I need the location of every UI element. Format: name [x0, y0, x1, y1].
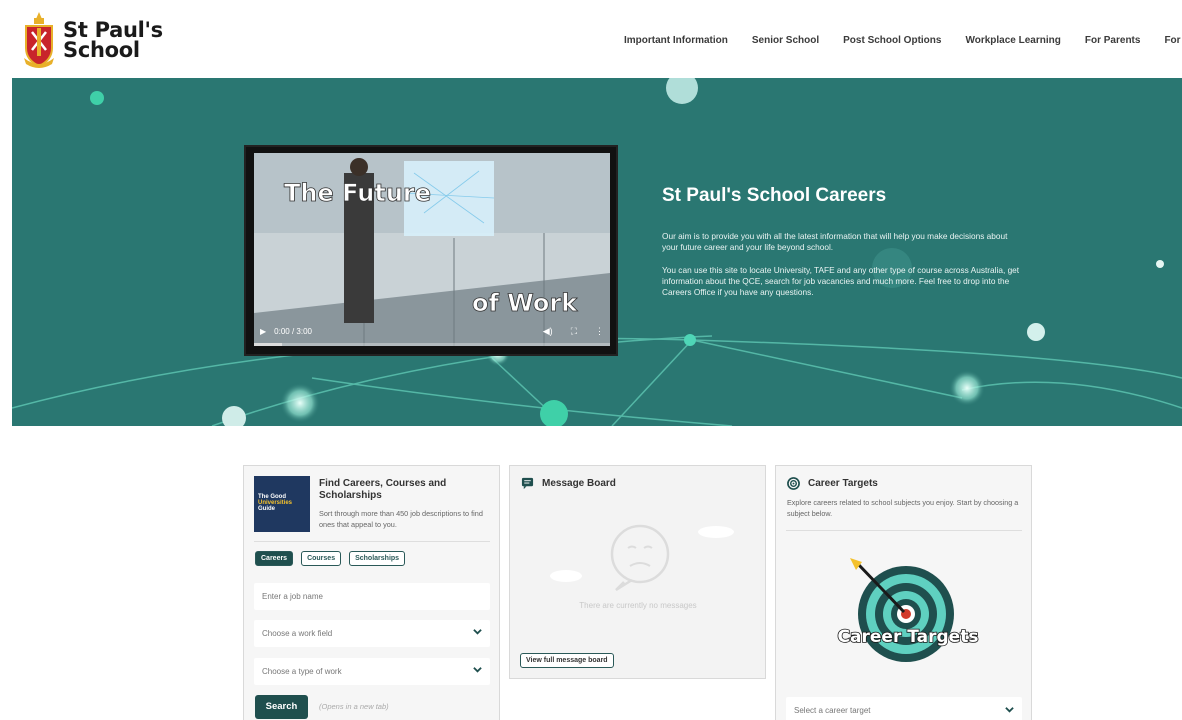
chevron-down-icon	[473, 629, 482, 635]
video-controls: ▶ 0:00 / 3:00 ◀) ⛶ ⋮	[254, 320, 610, 342]
nav-important-information[interactable]: Important Information	[624, 35, 728, 46]
find-careers-card: The Good Universities Guide Find Careers…	[243, 465, 500, 720]
nav-post-school-options[interactable]: Post School Options	[843, 35, 941, 46]
video-thumbnail: The Future of Work	[254, 153, 610, 346]
nav-workplace-learning[interactable]: Workplace Learning	[965, 35, 1060, 46]
volume-icon[interactable]: ◀)	[543, 326, 553, 337]
video-progress-bar[interactable]	[254, 343, 610, 346]
tab-courses[interactable]: Courses	[301, 551, 342, 566]
page-title: St Paul's School Careers	[662, 185, 887, 206]
school-crest-icon	[24, 12, 54, 68]
fullscreen-icon[interactable]: ⛶	[571, 326, 577, 337]
nav-senior-school[interactable]: Senior School	[752, 35, 819, 46]
nav-for-students[interactable]: For Students	[1164, 35, 1182, 46]
career-target-select[interactable]: Select a career target	[786, 697, 1022, 720]
sad-face-illustration	[550, 524, 734, 592]
good-universities-guide-logo: The Good Universities Guide	[254, 476, 310, 532]
main-nav: Important Information Senior School Post…	[624, 35, 1182, 46]
divider	[254, 541, 490, 542]
site-header: St Paul's School Important Information S…	[0, 0, 1182, 78]
chevron-down-icon	[473, 667, 482, 673]
message-board-title: Message Board	[542, 478, 616, 489]
find-careers-description: Sort through more than 450 job descripti…	[319, 509, 483, 529]
career-targets-graphic: Career Targets	[837, 558, 979, 662]
nav-for-parents[interactable]: For Parents	[1085, 35, 1141, 46]
work-type-select[interactable]: Choose a type of work	[254, 658, 490, 685]
tab-scholarships[interactable]: Scholarships	[349, 551, 406, 566]
video-player[interactable]: The Future of Work ▶ 0:00 / 3:00 ◀) ⛶ ⋮	[244, 145, 618, 356]
play-icon[interactable]: ▶	[260, 327, 266, 336]
empty-messages-text: There are currently no messages	[579, 601, 697, 610]
video-title-top: The Future	[284, 179, 431, 207]
hero-paragraph-2: You can use this site to locate Universi…	[662, 265, 1020, 297]
find-tabs: Careers Courses Scholarships	[255, 551, 406, 566]
more-options-icon[interactable]: ⋮	[595, 326, 604, 337]
message-icon	[521, 477, 534, 490]
video-time: 0:00 / 3:00	[274, 326, 312, 336]
hero-banner: The Future of Work ▶ 0:00 / 3:00 ◀) ⛶ ⋮ …	[12, 78, 1182, 426]
career-targets-title: Career Targets	[808, 478, 878, 489]
divider	[786, 530, 1022, 531]
brand-line-1: St Paul's	[63, 18, 163, 42]
chevron-down-icon	[1005, 707, 1014, 713]
view-full-message-board-button[interactable]: View full message board	[520, 653, 614, 668]
career-targets-graphic-label: Career Targets	[838, 627, 979, 647]
target-icon	[787, 477, 800, 490]
hero-text: St Paul's School Careers Our aim is to p…	[662, 185, 1022, 310]
school-logo[interactable]: St Paul's School	[22, 10, 163, 70]
tab-careers[interactable]: Careers	[255, 551, 294, 566]
video-frame[interactable]: The Future of Work	[254, 153, 610, 346]
search-button[interactable]: Search	[255, 695, 308, 719]
work-field-select[interactable]: Choose a work field	[254, 620, 490, 647]
message-board-card: Message Board There are currently no mes…	[509, 465, 766, 679]
video-title-bottom: of Work	[472, 289, 578, 317]
career-targets-description: Explore careers related to school subjec…	[787, 498, 1019, 518]
job-name-input[interactable]: Enter a job name	[254, 583, 490, 610]
hero-paragraph-1: Our aim is to provide you with all the l…	[662, 231, 1008, 252]
brand-line-2: School	[63, 38, 140, 62]
video-progress-fill	[254, 343, 283, 346]
find-careers-title: Find Careers, Courses and Scholarships	[319, 478, 447, 501]
search-note: (Opens in a new tab)	[319, 702, 389, 711]
career-targets-card: Career Targets Explore careers related t…	[775, 465, 1032, 720]
